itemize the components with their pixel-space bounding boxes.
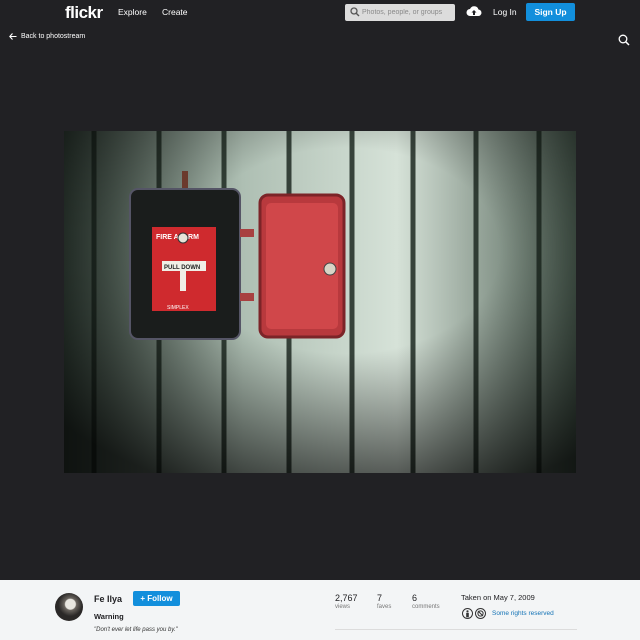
license-link[interactable]: Some rights reserved (492, 610, 554, 617)
cc-attribution-icon (462, 608, 473, 619)
cc-noncommercial-icon (475, 608, 486, 619)
views-count: 2,767 (335, 593, 358, 603)
views-stat: 2,767 views (335, 593, 358, 610)
top-navbar: flickr Explore Create Log In Sign Up (0, 0, 640, 25)
comments-label: comments (412, 604, 440, 610)
flickr-logo[interactable]: flickr (65, 3, 103, 23)
taken-date[interactable]: Taken on May 7, 2009 (461, 593, 535, 602)
owner-name[interactable]: Fe Ilya (94, 594, 122, 604)
faves-label: faves (377, 604, 392, 610)
comments-count: 6 (412, 593, 418, 603)
search-input[interactable] (362, 6, 452, 19)
photo-title: Warning (94, 612, 124, 621)
main-photo[interactable]: FIRE ALARM PULL DOWN SIMPLEX (64, 131, 576, 473)
photo-info-bar: Fe Ilya + Follow Warning "Don't ever let… (0, 580, 640, 640)
zoom-search-icon[interactable] (618, 34, 630, 46)
follow-button[interactable]: + Follow (133, 591, 180, 606)
photo-description: "Don't ever let life pass you by." (94, 627, 178, 633)
upload-cloud-icon[interactable] (466, 5, 482, 18)
faves-count: 7 (377, 593, 383, 603)
nav-explore[interactable]: Explore (118, 7, 147, 17)
license-info[interactable]: Some rights reserved (462, 608, 554, 619)
views-label: views (335, 604, 351, 610)
back-label: Back to photostream (21, 33, 86, 40)
faves-stat[interactable]: 7 faves (377, 593, 391, 610)
back-to-photostream[interactable]: Back to photostream (9, 33, 85, 40)
photo-stage: Back to photostream FIRE ALARM PULL DOWN… (0, 25, 640, 580)
nav-create[interactable]: Create (162, 7, 188, 17)
arrow-left-icon (9, 33, 17, 40)
comments-stat[interactable]: 6 comments (412, 593, 440, 610)
owner-avatar[interactable] (55, 593, 83, 621)
stats-divider (335, 629, 577, 630)
login-link[interactable]: Log In (493, 7, 517, 17)
signup-button[interactable]: Sign Up (526, 3, 575, 21)
search-icon (350, 7, 360, 17)
search-box[interactable] (345, 4, 455, 21)
simplex-brand: SIMPLEX (167, 305, 189, 311)
pull-down-text: PULL DOWN (164, 265, 200, 271)
